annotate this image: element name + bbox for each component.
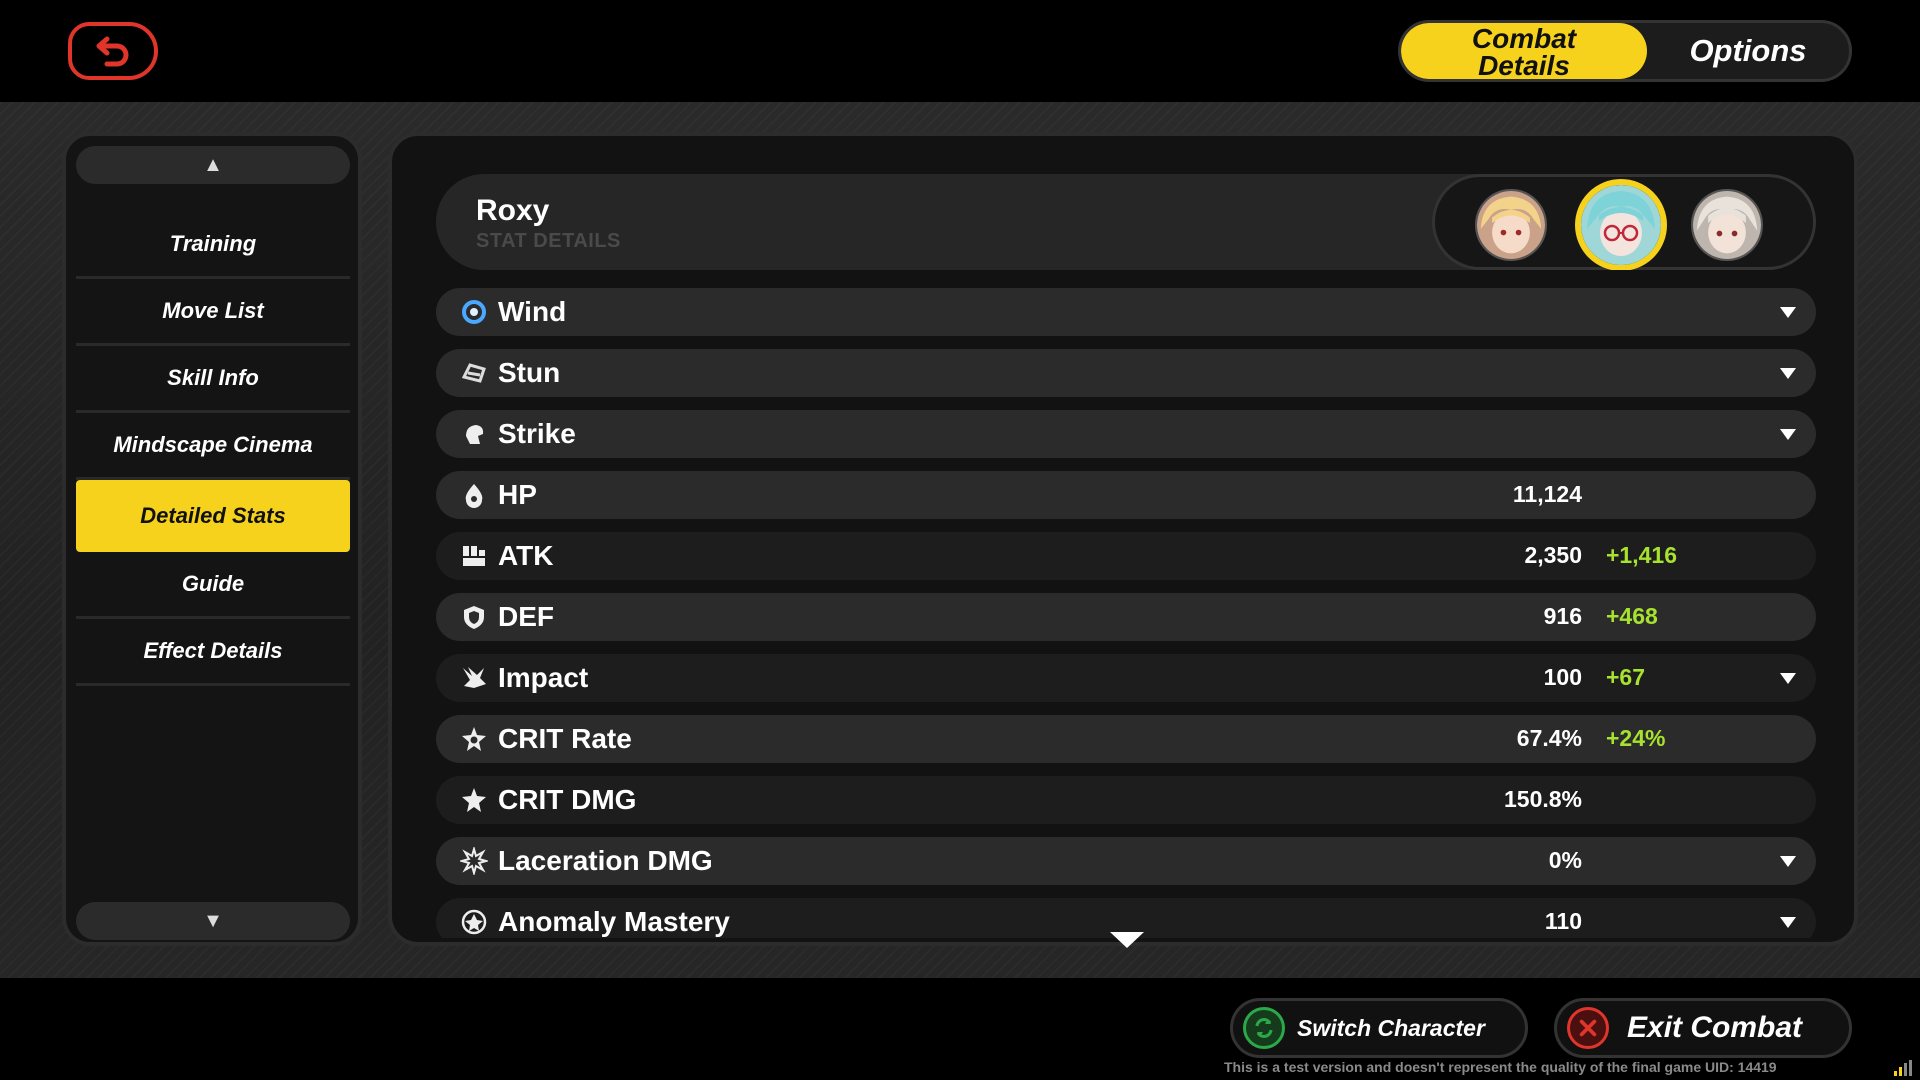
stat-label: Strike (498, 418, 576, 449)
close-icon (1567, 1007, 1609, 1049)
stat-value: 67.4% (1516, 725, 1582, 751)
blonde-character-portrait-icon (1477, 191, 1545, 259)
stat-row-strike[interactable]: Strike (436, 410, 1816, 458)
chevron-down-icon (1780, 856, 1796, 867)
stat-bonus: +468 (1606, 603, 1658, 629)
stat-row-atk: ATK 2,350 +1,416 (436, 532, 1816, 580)
scroll-up-button[interactable]: ▲ (76, 146, 350, 184)
sidebar-menu: Training Move List Skill Info Mindscape … (76, 212, 350, 686)
switch-icon (1243, 1007, 1285, 1049)
sidebar-item-move-list[interactable]: Move List (76, 279, 350, 346)
stat-value: 100 (1543, 664, 1582, 690)
stat-bonus: +24% (1606, 725, 1666, 751)
strike-icon (460, 420, 488, 448)
character-header: Roxy STAT DETAILS (436, 174, 1816, 270)
stat-label: Wind (498, 296, 567, 327)
stat-value: 916 (1543, 603, 1582, 629)
chevron-down-icon (1780, 368, 1796, 379)
sidebar-item-training[interactable]: Training (76, 212, 350, 279)
scroll-down-button[interactable]: ▼ (76, 902, 350, 940)
stat-label: DEF (498, 601, 554, 632)
sidebar-item-skill-info[interactable]: Skill Info (76, 346, 350, 413)
switch-character-label: Switch Character (1297, 1014, 1485, 1041)
hp-icon (460, 481, 488, 509)
stat-list: Wind Stun Strike HP 11,124 ATK 2,350 +1,… (436, 288, 1816, 938)
character-portrait-2-selected[interactable] (1575, 179, 1667, 270)
impact-icon (460, 664, 488, 692)
stat-value: 110 (1544, 908, 1582, 934)
tab-combat-details[interactable]: Combat Details (1401, 23, 1647, 79)
stat-value: 2,350 (1524, 542, 1582, 568)
stat-label: ATK (498, 540, 554, 571)
stat-label: Stun (498, 357, 561, 388)
stat-label: HP (498, 479, 537, 510)
atk-icon (460, 542, 488, 570)
chevron-down-icon (1780, 429, 1796, 440)
stat-row-crit-rate: CRIT Rate 67.4% +24% (436, 715, 1816, 763)
crit-rate-icon (460, 725, 488, 753)
sidebar-item-guide[interactable]: Guide (76, 552, 350, 619)
character-name: Roxy (476, 194, 550, 227)
stat-row-crit-dmg: CRIT DMG 150.8% (436, 776, 1816, 824)
signal-icon (1894, 1060, 1912, 1076)
chevron-down-icon (1780, 673, 1796, 684)
sidebar-item-mindscape-cinema[interactable]: Mindscape Cinema (76, 413, 350, 480)
crit-dmg-icon (460, 786, 488, 814)
stun-icon (460, 359, 488, 387)
stat-row-hp: HP 11,124 (436, 471, 1816, 519)
chevron-up-icon: ▲ (203, 153, 223, 176)
stat-bonus: +1,416 (1606, 542, 1677, 568)
character-selector (1432, 174, 1816, 270)
def-icon (460, 603, 488, 631)
exit-combat-button[interactable]: Exit Combat (1554, 998, 1852, 1058)
exit-combat-label: Exit Combat (1627, 1011, 1803, 1044)
stat-row-impact[interactable]: Impact 100 +67 (436, 654, 1816, 702)
stat-row-def: DEF 916 +468 (436, 593, 1816, 641)
stat-details-subtitle: STAT DETAILS (476, 230, 621, 252)
stat-label: Impact (498, 662, 589, 693)
chevron-down-icon (1780, 917, 1796, 928)
chevron-down-icon (1780, 307, 1796, 318)
chevron-down-icon: ▼ (203, 909, 223, 932)
stats-panel: Roxy STAT DETAILS Wind Stun Strike HP 11… (388, 132, 1858, 948)
test-version-disclaimer: This is a test version and doesn't repre… (1224, 1059, 1777, 1075)
stat-value: 11,124 (1512, 481, 1582, 507)
scroll-more-icon[interactable] (1110, 932, 1144, 948)
teal-hair-glasses-portrait-icon (1581, 185, 1661, 265)
character-portrait-3[interactable] (1691, 189, 1763, 261)
stat-row-stun[interactable]: Stun (436, 349, 1816, 397)
switch-character-button[interactable]: Switch Character (1230, 998, 1528, 1058)
anomaly-mastery-icon (460, 908, 488, 936)
stat-label: Laceration DMG (498, 845, 713, 876)
mode-switch: Combat Details Options (1398, 20, 1852, 82)
top-bar: Combat Details Options (0, 0, 1920, 102)
stat-row-laceration-dmg[interactable]: Laceration DMG 0% (436, 837, 1816, 885)
stat-value: 0% (1548, 847, 1582, 873)
back-button[interactable] (68, 22, 158, 80)
tab-options[interactable]: Options (1647, 23, 1849, 79)
sidebar: ▲ Training Move List Skill Info Mindscap… (62, 132, 362, 946)
sidebar-item-effect-details[interactable]: Effect Details (76, 619, 350, 686)
stat-label: CRIT DMG (498, 784, 637, 815)
stat-label: CRIT Rate (498, 723, 632, 754)
sidebar-item-detailed-stats[interactable]: Detailed Stats (76, 480, 350, 552)
stat-value: 150.8% (1503, 786, 1582, 812)
laceration-icon (458, 845, 490, 877)
stat-row-wind[interactable]: Wind (436, 288, 1816, 336)
wind-icon (460, 298, 488, 326)
back-arrow-icon (96, 36, 129, 67)
silver-hair-portrait-icon (1693, 191, 1761, 259)
stat-label: Anomaly Mastery (498, 906, 730, 937)
stat-bonus: +67 (1606, 664, 1646, 690)
character-portrait-1[interactable] (1475, 189, 1547, 261)
